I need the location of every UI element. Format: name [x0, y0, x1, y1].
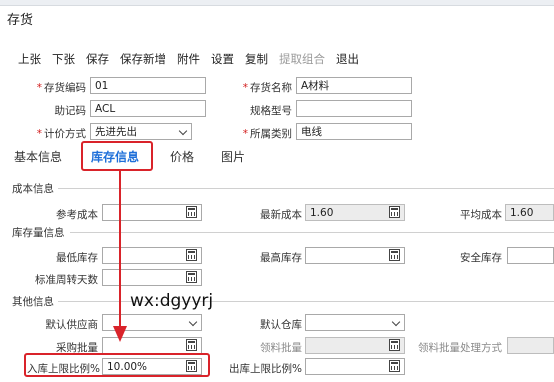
cost-section-divider	[58, 188, 554, 189]
cost-section-title: 成本信息	[12, 183, 54, 195]
calculator-icon[interactable]	[186, 249, 197, 261]
safe-stock-label: 安全库存	[460, 252, 502, 264]
extract-combo-button: 提取组合	[279, 52, 325, 66]
watermark-text: wx:dgyyrj	[130, 291, 214, 311]
safe-stock-input[interactable]	[507, 247, 554, 264]
save-button[interactable]: 保存	[86, 51, 109, 67]
toolbar: 上张 下张 保存 保存新增 附件 设置 复制 提取组合 退出	[18, 51, 370, 67]
tab-price[interactable]: 价格	[170, 148, 194, 165]
mnemonic-input[interactable]: ACL	[90, 100, 206, 117]
prev-button[interactable]: 上张	[18, 51, 41, 67]
min-stock-label: 最低库存	[56, 252, 98, 264]
next-button[interactable]: 下张	[52, 51, 75, 67]
tab-image[interactable]: 图片	[221, 148, 245, 165]
name-label: * 存货名称	[242, 82, 292, 94]
pricing-value: 先进先出	[95, 126, 137, 138]
pick-batch-method-label: 领料批量处理方式	[418, 342, 502, 354]
tab-stock-info[interactable]: 库存信息	[91, 148, 139, 165]
code-label: * 存货编码	[36, 82, 86, 94]
avg-cost-input: 1.60	[505, 204, 554, 221]
stock-section-title: 库存量信息	[12, 227, 65, 239]
tab-basic-info[interactable]: 基本信息	[14, 148, 62, 165]
code-input[interactable]: 01	[90, 77, 206, 94]
mnemonic-label: 助记码	[54, 105, 87, 117]
calculator-icon[interactable]	[389, 360, 400, 372]
in-limit-ratio-label: 入库上限比例%	[27, 363, 100, 375]
window-top-strip	[0, 0, 554, 6]
stock-section-divider	[70, 232, 554, 233]
default-warehouse-label: 默认仓库	[260, 319, 302, 331]
category-label: * 所属类别	[242, 128, 292, 140]
spec-input[interactable]	[296, 100, 412, 117]
category-input[interactable]: 电线	[296, 123, 412, 140]
pricing-label: * 计价方式	[36, 128, 86, 140]
other-section-title: 其他信息	[12, 296, 54, 308]
pick-batch-label: 领料批量	[260, 342, 302, 354]
calculator-icon[interactable]	[389, 339, 400, 351]
ref-cost-label: 参考成本	[56, 209, 98, 221]
calculator-icon[interactable]	[186, 339, 197, 351]
save-new-button[interactable]: 保存新增	[120, 51, 166, 67]
pricing-select[interactable]: 先进先出	[90, 123, 192, 140]
calculator-icon[interactable]	[186, 360, 197, 372]
calculator-icon[interactable]	[186, 206, 197, 218]
annotation-arrow-icon	[113, 170, 127, 342]
out-limit-ratio-label: 出库上限比例%	[229, 363, 302, 375]
pick-batch-method-input	[507, 337, 554, 354]
avg-cost-label: 平均成本	[460, 209, 502, 221]
calculator-icon[interactable]	[186, 271, 197, 283]
calculator-icon[interactable]	[389, 206, 400, 218]
latest-cost-label: 最新成本	[260, 209, 302, 221]
exit-button[interactable]: 退出	[336, 51, 359, 67]
default-warehouse-select[interactable]	[305, 314, 405, 331]
spec-label: 规格型号	[250, 105, 292, 117]
calculator-icon[interactable]	[389, 249, 400, 261]
default-supplier-label: 默认供应商	[45, 319, 99, 331]
turnover-days-label: 标准周转天数	[35, 274, 98, 286]
max-stock-label: 最高库存	[260, 252, 302, 264]
name-input[interactable]: A材料	[296, 77, 412, 94]
settings-button[interactable]: 设置	[211, 51, 234, 67]
window-title: 存货	[7, 13, 34, 28]
copy-button[interactable]: 复制	[245, 51, 268, 67]
attachment-button[interactable]: 附件	[177, 51, 200, 67]
